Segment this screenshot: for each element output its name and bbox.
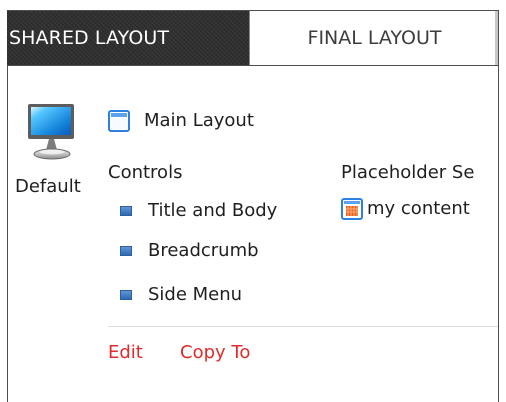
- monitor-icon: [28, 104, 74, 160]
- default-layout-label: Default: [15, 176, 81, 197]
- shared-layout-panel: SHARED LAYOUT FINAL LAYOUT Default Main …: [0, 0, 506, 402]
- edit-link[interactable]: Edit: [108, 342, 143, 364]
- control-side-menu-label: Side Menu: [148, 284, 243, 305]
- tab-final-layout-label: FINAL LAYOUT: [307, 27, 442, 49]
- layout-tab-strip: SHARED LAYOUT FINAL LAYOUT: [7, 10, 499, 66]
- tab-shared-layout[interactable]: SHARED LAYOUT: [7, 11, 249, 65]
- placeholder-my-content-label: my content: [367, 198, 470, 219]
- controls-heading: Controls: [108, 162, 183, 183]
- placeholder-grid-icon: [341, 198, 363, 220]
- tab-edge-divider: [495, 11, 499, 65]
- control-chip-icon: [120, 206, 132, 216]
- control-chip-icon: [120, 246, 132, 256]
- placeholder-section-heading: Placeholder Se: [341, 162, 475, 183]
- right-panel-edge-clip: [499, 0, 506, 402]
- control-chip-icon: [120, 290, 132, 300]
- tab-final-layout[interactable]: FINAL LAYOUT: [249, 11, 499, 65]
- actions-divider: [108, 326, 498, 327]
- copy-to-link[interactable]: Copy To: [180, 342, 250, 364]
- control-breadcrumb-label: Breadcrumb: [148, 240, 259, 261]
- window-layout-icon: [108, 110, 130, 132]
- control-title-and-body-label: Title and Body: [148, 200, 278, 221]
- main-layout-label: Main Layout: [144, 110, 254, 131]
